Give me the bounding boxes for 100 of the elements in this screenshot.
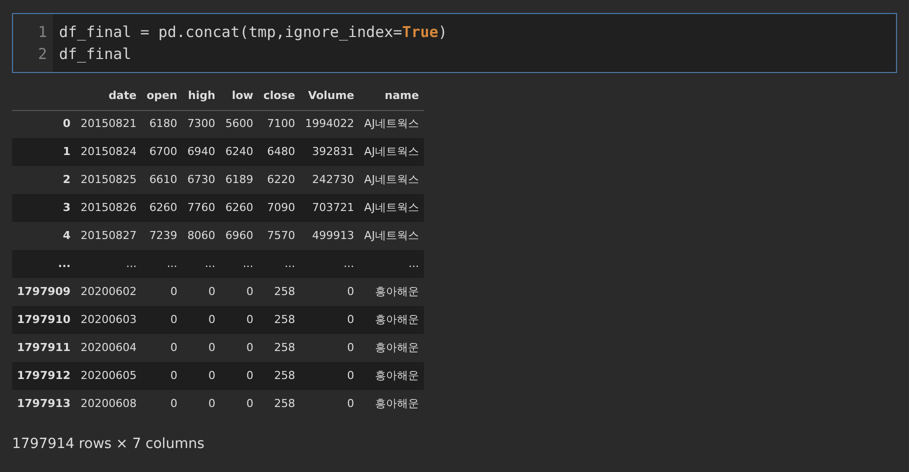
table-cell: AJ네트웍스 (359, 222, 424, 250)
code-line: df_final = pd.concat(tmp,ignore_index=True) (59, 22, 448, 43)
row-count-summary: 1797914 rows × 7 columns (12, 435, 206, 454)
table-cell: 0 (220, 306, 258, 334)
table-cell: 20200604 (76, 334, 142, 362)
table-cell: 7760 (182, 194, 220, 222)
table-cell: 392831 (300, 138, 360, 166)
table-cell: 20150826 (76, 194, 142, 222)
table-cell: 0 (300, 362, 360, 390)
table-cell: 20150821 (76, 110, 142, 138)
table-cell: 0 (300, 278, 360, 306)
table-cell: 0 (142, 278, 182, 306)
table-cell: 258 (258, 306, 300, 334)
table-cell: 6940 (182, 138, 220, 166)
table-cell: 0 (142, 390, 182, 418)
column-header: date (76, 83, 142, 110)
column-header: low (220, 83, 258, 110)
table-cell: ... (76, 250, 142, 278)
table-cell: 흥아해운 (359, 278, 424, 306)
table-cell: 6260 (220, 194, 258, 222)
table-cell: 0 (220, 390, 258, 418)
table-cell: 20150824 (76, 138, 142, 166)
table-cell: 6189 (220, 166, 258, 194)
table-cell: 20200603 (76, 306, 142, 334)
row-index: 1 (12, 138, 76, 166)
table-cell: 흥아해운 (359, 306, 424, 334)
row-index: 1797912 (12, 362, 76, 390)
table-cell: AJ네트웍스 (359, 138, 424, 166)
table-cell: 20150825 (76, 166, 142, 194)
table-cell: 0 (220, 362, 258, 390)
table-cell: 8060 (182, 222, 220, 250)
row-index: 0 (12, 110, 76, 138)
table-cell: 7090 (258, 194, 300, 222)
table-cell: 6480 (258, 138, 300, 166)
table-cell: 0 (182, 334, 220, 362)
table-cell: AJ네트웍스 (359, 194, 424, 222)
table-cell: AJ네트웍스 (359, 110, 424, 138)
table-cell: 499913 (300, 222, 360, 250)
table-cell: 6240 (220, 138, 258, 166)
column-header: high (182, 83, 220, 110)
table-cell: 20200602 (76, 278, 142, 306)
column-header: Volume (300, 83, 360, 110)
table-cell: 7100 (258, 110, 300, 138)
row-index: 1797913 (12, 390, 76, 418)
row-index: 2 (12, 166, 76, 194)
row-index: 1797910 (12, 306, 76, 334)
code-line: df_final (59, 44, 132, 65)
table-cell: ... (359, 250, 424, 278)
table-cell: 258 (258, 362, 300, 390)
table-cell: 0 (142, 306, 182, 334)
line-number: 1 (36, 22, 48, 43)
table-cell: 0 (182, 390, 220, 418)
table-cell: ... (142, 250, 182, 278)
table-cell: 258 (258, 390, 300, 418)
table-cell: 0 (182, 362, 220, 390)
table-cell: 7239 (142, 222, 182, 250)
table-cell: 703721 (300, 194, 360, 222)
row-index: 1797911 (12, 334, 76, 362)
code-cell[interactable]: 1 2 df_final = pd.concat(tmp,ignore_index=True) df_final (12, 13, 897, 73)
table-cell: 20150827 (76, 222, 142, 250)
table-cell: ... (182, 250, 220, 278)
table-cell: 0 (182, 278, 220, 306)
table-cell: ... (258, 250, 300, 278)
table-cell: 5600 (220, 110, 258, 138)
table-cell: 6180 (142, 110, 182, 138)
table-cell: 258 (258, 278, 300, 306)
table-cell: 0 (300, 390, 360, 418)
table-cell: 7570 (258, 222, 300, 250)
table-cell: 20200608 (76, 390, 142, 418)
table-cell: 0 (182, 306, 220, 334)
table-cell: 6960 (220, 222, 258, 250)
table-cell: 7300 (182, 110, 220, 138)
table-cell: 0 (220, 334, 258, 362)
row-index: 3 (12, 194, 76, 222)
column-header: name (359, 83, 424, 110)
table-cell: 6260 (142, 194, 182, 222)
table-cell: 6610 (142, 166, 182, 194)
table-cell: AJ네트웍스 (359, 166, 424, 194)
table-cell: 0 (142, 334, 182, 362)
table-cell: 1994022 (300, 110, 360, 138)
table-cell: 흥아해운 (359, 390, 424, 418)
table-cell: 258 (258, 334, 300, 362)
row-index: 4 (12, 222, 76, 250)
table-cell: 6730 (182, 166, 220, 194)
table-cell: 0 (300, 334, 360, 362)
table-cell: 0 (142, 362, 182, 390)
table-cell: 6700 (142, 138, 182, 166)
column-header: open (142, 83, 182, 110)
table-cell: 6220 (258, 166, 300, 194)
table-cell: 흥아해운 (359, 334, 424, 362)
table-cell: 20200605 (76, 362, 142, 390)
table-cell: ... (220, 250, 258, 278)
table-cell: 0 (220, 278, 258, 306)
table-cell: ... (300, 250, 360, 278)
table-cell: 흥아해운 (359, 362, 424, 390)
table-cell: 0 (300, 306, 360, 334)
row-index: 1797909 (12, 278, 76, 306)
column-header: close (258, 83, 300, 110)
line-number: 2 (36, 44, 48, 65)
table-cell: 242730 (300, 166, 360, 194)
